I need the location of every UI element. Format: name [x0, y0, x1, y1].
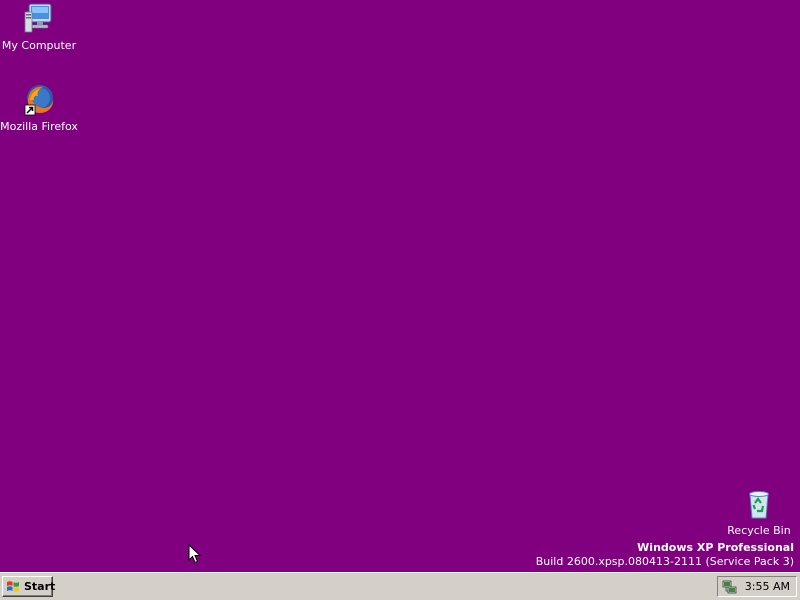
desktop-icon-recycle-bin[interactable]: Recycle Bin — [720, 487, 798, 537]
recycle-bin-icon — [742, 487, 776, 521]
desktop-icon-my-computer[interactable]: My Computer — [0, 2, 78, 52]
network-connection-icon[interactable] — [722, 579, 738, 595]
start-button-label: Start — [24, 580, 56, 593]
desktop-icon-label: Mozilla Firefox — [0, 120, 78, 133]
taskbar: Start 3:55 AM — [0, 572, 800, 600]
mouse-pointer-icon — [188, 543, 202, 564]
desktop-icon-mozilla-firefox[interactable]: Mozilla Firefox — [0, 83, 78, 133]
my-computer-icon — [22, 2, 56, 36]
desktop[interactable]: My Computer Mozilla Firefox Recycle Bin … — [0, 0, 800, 572]
windows-version-watermark: Windows XP Professional Build 2600.xpsp.… — [536, 541, 794, 569]
system-clock[interactable]: 3:55 AM — [738, 580, 796, 593]
firefox-shortcut-icon — [22, 83, 56, 117]
system-tray: 3:55 AM — [717, 576, 797, 597]
desktop-icon-label: Recycle Bin — [727, 524, 791, 537]
windows-logo-icon — [7, 581, 19, 592]
desktop-icon-label: My Computer — [1, 39, 77, 52]
windows-edition-text: Windows XP Professional — [637, 541, 794, 554]
start-button[interactable]: Start — [2, 576, 56, 597]
windows-build-text: Build 2600.xpsp.080413-2111 (Service Pac… — [535, 555, 794, 568]
